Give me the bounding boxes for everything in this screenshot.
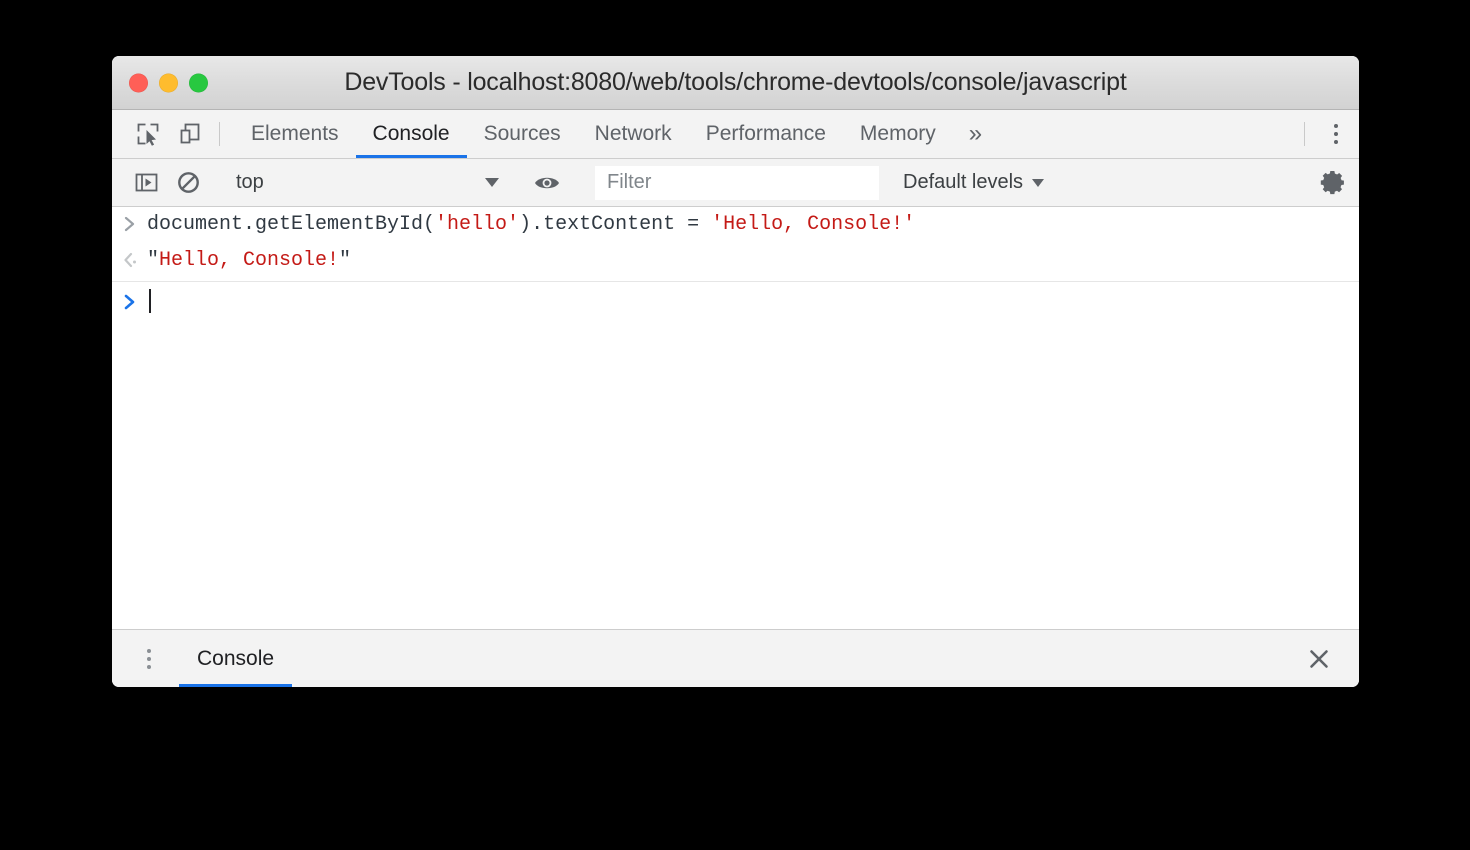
- drawer-spacer: [292, 630, 1291, 687]
- more-tabs-button[interactable]: »: [953, 110, 998, 158]
- text-cursor: [149, 289, 151, 313]
- clear-console-button[interactable]: [167, 170, 209, 195]
- chevron-down-icon: [485, 178, 499, 187]
- tab-console[interactable]: Console: [356, 110, 467, 158]
- devtools-tabbar: Elements Console Sources Network Perform…: [112, 110, 1359, 159]
- more-vertical-icon: [1334, 124, 1338, 128]
- console-prompt-row[interactable]: [112, 282, 1359, 320]
- drawer-tab-console[interactable]: Console: [179, 630, 292, 687]
- execution-context-value: top: [236, 171, 485, 194]
- tab-performance-label: Performance: [706, 122, 826, 146]
- console-message-list[interactable]: document.getElementById('hello').textCon…: [112, 207, 1359, 629]
- code-token-string-1: 'hello': [435, 213, 519, 236]
- tab-sources[interactable]: Sources: [467, 110, 578, 158]
- result-string-value: Hello, Console!: [159, 249, 339, 272]
- tab-sources-label: Sources: [484, 122, 561, 146]
- console-settings-button[interactable]: [1307, 169, 1359, 197]
- log-levels-select[interactable]: Default levels: [895, 171, 1052, 194]
- clear-console-icon: [176, 170, 201, 195]
- code-token-plain-2: ).textContent =: [519, 213, 711, 236]
- result-quote-open: ": [147, 249, 159, 272]
- prompt-chevron-right-icon: [122, 213, 138, 235]
- console-sidebar-toggle-button[interactable]: [125, 170, 167, 195]
- chevron-down-icon-levels: [1032, 179, 1044, 187]
- drawer-menu-button[interactable]: [127, 630, 171, 687]
- execution-context-select[interactable]: top: [226, 168, 509, 198]
- console-sidebar-toggle-icon: [134, 170, 159, 195]
- minimize-window-button[interactable]: [159, 73, 178, 92]
- result-quote-close: ": [339, 249, 351, 272]
- window-title: DevTools - localhost:8080/web/tools/chro…: [112, 68, 1359, 97]
- tab-network[interactable]: Network: [578, 110, 689, 158]
- tabbar-divider-right: [1304, 122, 1305, 146]
- tab-network-label: Network: [595, 122, 672, 146]
- tab-console-label: Console: [373, 122, 450, 146]
- console-input-text: document.getElementById('hello').textCon…: [147, 212, 915, 238]
- close-icon: [1306, 646, 1332, 672]
- console-input-row: document.getElementById('hello').textCon…: [112, 207, 1359, 243]
- console-input-gutter: [112, 212, 147, 235]
- drawer-close-button[interactable]: [1291, 630, 1347, 687]
- window-titlebar: DevTools - localhost:8080/web/tools/chro…: [112, 56, 1359, 110]
- devtools-window: DevTools - localhost:8080/web/tools/chro…: [112, 56, 1359, 687]
- live-expression-button[interactable]: [526, 171, 568, 195]
- devtools-main-menu-button[interactable]: [1313, 110, 1359, 158]
- result-chevron-left-icon: [121, 249, 139, 271]
- code-token-plain-1: document.getElementById(: [147, 213, 435, 236]
- device-toolbar-icon: [177, 121, 203, 147]
- console-prompt-gutter: [112, 290, 147, 313]
- tabbar-divider: [219, 122, 220, 146]
- close-window-button[interactable]: [129, 73, 148, 92]
- more-vertical-icon-drawer: [147, 649, 151, 653]
- panel-tabs: Elements Console Sources Network Perform…: [234, 110, 998, 158]
- tab-elements-label: Elements: [251, 122, 339, 146]
- inspect-element-button[interactable]: [127, 110, 169, 158]
- maximize-window-button[interactable]: [189, 73, 208, 92]
- tab-elements[interactable]: Elements: [234, 110, 356, 158]
- tab-memory[interactable]: Memory: [843, 110, 953, 158]
- console-result-row: "Hello, Console!": [112, 243, 1359, 282]
- code-token-string-2: 'Hello, Console!': [711, 213, 915, 236]
- console-drawer: Console: [112, 629, 1359, 687]
- device-toolbar-button[interactable]: [169, 110, 211, 158]
- log-levels-label: Default levels: [903, 171, 1023, 194]
- prompt-chevron-right-active-icon: [122, 291, 138, 313]
- console-result-gutter: [112, 248, 147, 271]
- tab-performance[interactable]: Performance: [689, 110, 843, 158]
- inspect-element-icon: [135, 121, 161, 147]
- tab-memory-label: Memory: [860, 122, 936, 146]
- drawer-tab-console-label: Console: [197, 647, 274, 671]
- gear-icon: [1319, 169, 1347, 197]
- console-result-text: "Hello, Console!": [147, 248, 351, 274]
- console-filter-input[interactable]: [595, 166, 879, 200]
- console-toolbar: top Default levels: [112, 159, 1359, 207]
- tabbar-spacer: [998, 110, 1296, 158]
- traffic-lights: [129, 73, 208, 92]
- eye-icon: [533, 171, 561, 195]
